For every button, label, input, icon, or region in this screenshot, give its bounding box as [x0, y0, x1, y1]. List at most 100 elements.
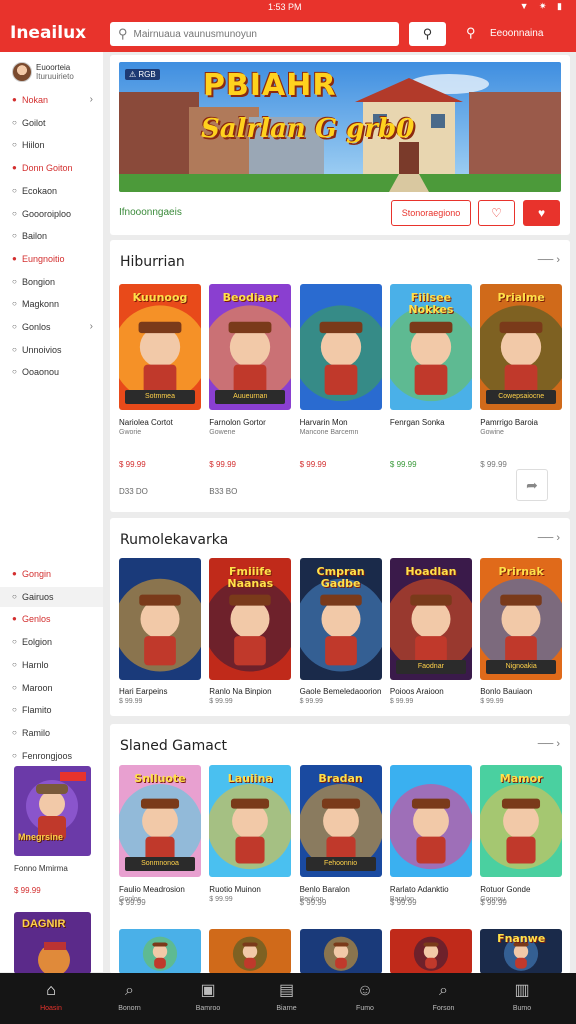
sidebar-item-donn-goiton[interactable]: ● Donn Goiton [0, 158, 103, 178]
tab-bonorn[interactable]: ⌕ Bonorn [95, 973, 165, 1024]
bullet-icon: ○ [12, 591, 17, 601]
sidebar-item-nokan[interactable]: ● Nokan › [0, 90, 103, 110]
game-thumbnail-title: Cmpran Gadbe [316, 565, 365, 590]
tab-hoasin[interactable]: ⌂ Hoasin [16, 973, 86, 1024]
section-more-button[interactable]: ── › [538, 254, 560, 266]
game-thumbnail[interactable]: Fnanwe [480, 929, 563, 974]
sidebar: Euoorteia Ituruuirieto ● Nokan › ○ Goilot ○ Hi… [0, 52, 103, 974]
game-subtitle: $ 99.99 [299, 698, 323, 705]
tab-bamroo[interactable]: ▣ Bamroo [173, 973, 243, 1024]
game-thumbnail[interactable] [119, 558, 201, 680]
account-label[interactable]: Eeoonnaina [490, 28, 543, 39]
game-thumbnail[interactable] [389, 929, 472, 974]
game-subtitle: Gowine [480, 429, 504, 436]
game-thumbnail[interactable]: Lauiina [209, 765, 292, 877]
game-thumbnail-footer: Auueurnan [215, 390, 286, 404]
brand-logo[interactable]: Ineailux [10, 23, 86, 43]
game-subtitle: $ 99.99 [119, 698, 143, 705]
bullet-icon: ○ [12, 705, 17, 715]
search-input[interactable] [133, 28, 374, 40]
promo-title: Mnegrsine [18, 832, 64, 842]
sidebar-item-ooaonou[interactable]: ○ Ooaonou [0, 362, 103, 382]
game-thumbnail[interactable] [389, 765, 472, 877]
sidebar-item-fenrongjoos[interactable]: ○ Fenrongjoos [0, 746, 103, 766]
game-thumbnail[interactable]: Cmpran Gadbe [299, 558, 382, 680]
sidebar-item-magkonn[interactable]: ○ Magkonn [0, 294, 103, 314]
app-bar: Ineailux ⚲ ⚲ ⚲ Eeoonnaina [0, 14, 576, 52]
sidebar-item-goilot[interactable]: ○ Goilot [0, 113, 103, 133]
sidebar-item-gonlos[interactable]: ○ Gonlos › [0, 317, 103, 337]
game-thumbnail[interactable]: Snlluote Sonmnonoa [119, 765, 201, 877]
game-name: Pamrrigo Baroia [480, 418, 538, 427]
sidebar-item-eolgion[interactable]: ○ Eolgion [0, 632, 103, 652]
sidebar-item-bailon[interactable]: ○ Bailon [0, 226, 103, 246]
game-price: $ 99.99 [480, 460, 507, 469]
library-icon: ▤ [278, 982, 295, 999]
tab-bumo[interactable]: ▥ Bumo [487, 973, 557, 1024]
section-more-button[interactable]: ── › [538, 738, 560, 750]
game-section: Slaned Gamact ── › Snlluote Sonmnonoa Faul… [110, 724, 570, 974]
sidebar-item-genlos[interactable]: ● Genlos [0, 609, 103, 629]
sidebar-item-harnlo[interactable]: ○ Harnlo [0, 655, 103, 675]
game-thumbnail[interactable]: Bradan Fehoonnio [299, 765, 382, 877]
menu-icon: ▥ [514, 982, 530, 999]
game-thumbnail[interactable]: Fiilsee Nokkes [389, 284, 472, 410]
game-thumbnail[interactable]: Hoadlan Faodnar [389, 558, 472, 680]
sidebar-item-unnoivios[interactable]: ○ Unnoivios [0, 340, 103, 360]
share-button[interactable]: ➦ [516, 469, 548, 501]
sidebar-item-maroon[interactable]: ○ Maroon [0, 678, 103, 698]
game-thumbnail[interactable]: Beodiaar Auueurnan [209, 284, 292, 410]
sidebar-item-flamito[interactable]: ○ Flamito [0, 700, 103, 720]
avatar[interactable] [12, 62, 32, 82]
bullet-icon: ● [12, 569, 17, 578]
sidebar-item-label: Gonlos [22, 322, 51, 332]
game-subtitle: Gowene [209, 429, 236, 436]
game-thumbnail-title: Mamor [499, 772, 543, 785]
sidebar-item-eungnoitio[interactable]: ● Eungnoitio [0, 249, 103, 269]
hero-wishlist-button[interactable]: ♡ [478, 200, 515, 226]
sidebar-item-gairuos[interactable]: ○ Gairuos [0, 586, 103, 607]
hero-favorite-button[interactable]: ♥ [523, 200, 560, 226]
search-button[interactable]: ⚲ [409, 22, 446, 46]
search-icon[interactable]: ⚲ [466, 25, 476, 41]
game-thumbnail[interactable] [299, 284, 382, 410]
sidebar-item-goooroiploo[interactable]: ○ Goooroiploo [0, 204, 103, 224]
game-thumbnail-title: Prirnak [498, 565, 544, 578]
sidebar-item-label: Fenrongjoos [22, 750, 73, 761]
game-thumbnail[interactable]: Fmiiife Naanas [209, 558, 292, 680]
sidebar-item-label: Gongin [22, 569, 52, 579]
status-icons: ▼ ✷ ▮ [519, 1, 566, 11]
game-name: Bonlo Bauiaon [480, 687, 533, 696]
game-thumbnail[interactable]: Prirnak Nignoakia [480, 558, 563, 680]
game-price: $ 99.99 [119, 898, 146, 907]
sidebar-promo-card[interactable]: Mnegrsine [14, 766, 91, 856]
sidebar-item-ecokaon[interactable]: ○ Ecokaon [0, 181, 103, 201]
game-thumbnail[interactable] [299, 929, 382, 974]
game-thumbnail[interactable] [209, 929, 292, 974]
hero-banner[interactable]: ⚠ RGB PBIAHR Salrlan G grb0 [119, 62, 561, 192]
status-time: 1:53 PM [268, 2, 302, 12]
tab-fumo[interactable]: ☺ Fumo [330, 973, 400, 1024]
game-thumbnail[interactable]: Prialme Cowepsaiocne [480, 284, 563, 410]
section-more-button[interactable]: ── › [538, 532, 560, 544]
sidebar-item-bongion[interactable]: ○ Bongion [0, 272, 103, 292]
game-thumbnail[interactable]: Kuunoog Sotmmea [119, 284, 201, 410]
sidebar-promo-card[interactable]: DAGNIR [14, 912, 91, 974]
hero-primary-button[interactable]: Stonoraegiono [391, 200, 471, 226]
sidebar-item-gongin[interactable]: ● Gongin [0, 564, 103, 584]
tab-biarne[interactable]: ▤ Biarne [252, 973, 322, 1024]
game-thumbnail[interactable] [119, 929, 201, 974]
hero-title: PBIAHR [203, 68, 337, 103]
game-price: $ 99.99 [209, 460, 236, 469]
promo-thumbnail [14, 766, 91, 856]
tab-label: Forson [432, 1005, 455, 1012]
bullet-icon: ● [12, 614, 17, 624]
tab-forson[interactable]: ⌕ Forson [409, 973, 479, 1024]
game-thumbnail[interactable]: Mamor [480, 765, 563, 877]
sidebar-item-hiilon[interactable]: ○ Hiilon [0, 135, 103, 155]
sidebar-item-label: Ramilo [22, 727, 51, 738]
hero-link[interactable]: Ifnooonngaeis [119, 207, 182, 218]
sidebar-item-ramilo[interactable]: ○ Ramilo [0, 723, 103, 743]
search-bar[interactable]: ⚲ [110, 22, 399, 46]
game-subtitle: $ 99.99 [389, 698, 414, 705]
